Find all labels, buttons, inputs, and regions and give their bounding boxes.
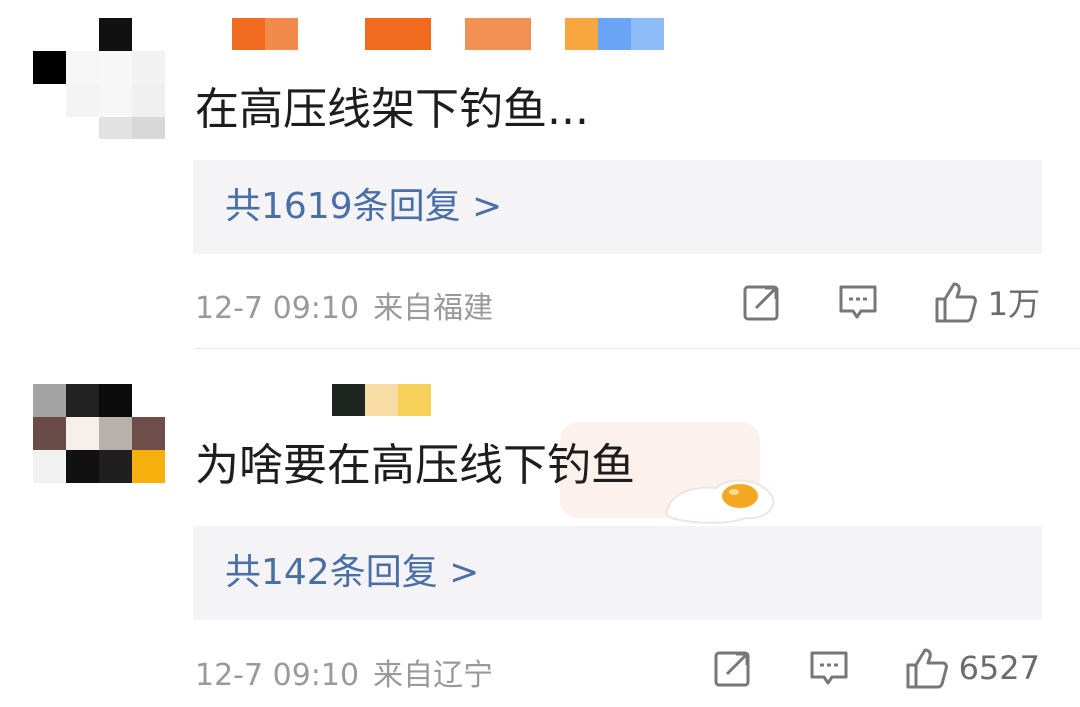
comment-icon bbox=[839, 285, 877, 319]
like-button[interactable]: 6527 bbox=[905, 646, 1040, 690]
username-pixelated[interactable] bbox=[332, 384, 432, 416]
share-button[interactable] bbox=[742, 282, 782, 322]
share-icon bbox=[714, 651, 750, 687]
fried-egg-emoji-icon bbox=[665, 479, 775, 524]
like-count: 1万 bbox=[987, 285, 1040, 323]
timestamp: 12-7 09:10 bbox=[195, 658, 360, 693]
replies-button[interactable]: 共1619条回复 > bbox=[193, 160, 1042, 254]
timestamp: 12-7 09:10 bbox=[195, 291, 360, 326]
location: 来自福建 bbox=[373, 291, 494, 326]
comment-actions: 1万 bbox=[742, 280, 1040, 324]
comment-item: 在高压线架下钓鱼... 共1619条回复 > 12-7 09:10 来自福建 1万 bbox=[0, 0, 1080, 348]
comment-text: 为啥要在高压线下钓鱼 bbox=[195, 440, 635, 491]
avatar[interactable] bbox=[33, 18, 165, 139]
comment-actions: 6527 bbox=[713, 646, 1040, 690]
comment-meta: 12-7 09:10 来自福建 bbox=[195, 283, 507, 327]
comment-icon bbox=[810, 651, 848, 685]
share-button[interactable] bbox=[713, 648, 753, 688]
comment-meta: 12-7 09:10 来自辽宁 bbox=[195, 650, 507, 694]
thumbs-up-icon bbox=[935, 282, 977, 323]
thumbs-up-icon bbox=[906, 648, 948, 689]
username-pixelated[interactable] bbox=[232, 18, 672, 50]
replies-button[interactable]: 共142条回复 > bbox=[193, 526, 1042, 620]
comment-item: 为啥要在高压线下钓鱼 共142条回复 > 12-7 09:10 来自辽宁 652… bbox=[0, 350, 1080, 707]
comment-button[interactable] bbox=[838, 282, 878, 322]
like-button[interactable]: 1万 bbox=[934, 279, 1040, 325]
avatar[interactable] bbox=[33, 384, 165, 484]
comment-button[interactable] bbox=[809, 648, 849, 688]
share-icon bbox=[743, 285, 779, 321]
comment-text: 在高压线架下钓鱼... bbox=[195, 84, 589, 135]
divider bbox=[195, 348, 1080, 349]
replies-label: 共142条回复 > bbox=[225, 552, 480, 593]
like-count: 6527 bbox=[958, 649, 1040, 687]
location: 来自辽宁 bbox=[373, 658, 494, 693]
replies-label: 共1619条回复 > bbox=[225, 186, 503, 227]
